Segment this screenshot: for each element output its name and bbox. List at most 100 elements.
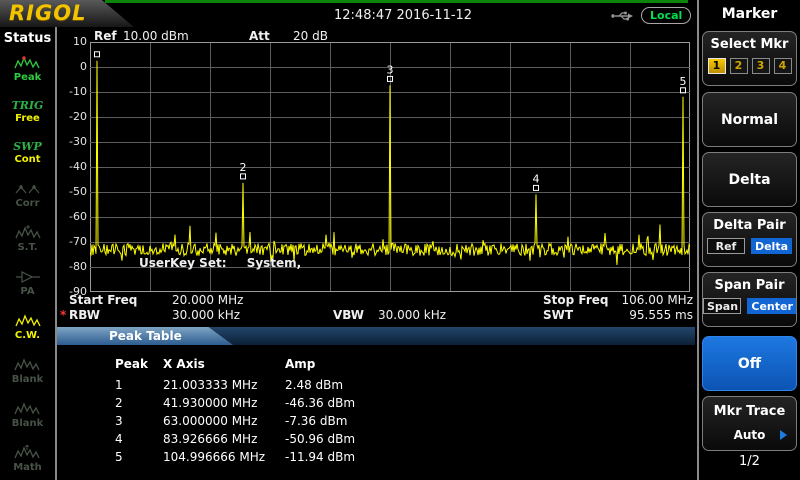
pa-icon bbox=[15, 269, 41, 285]
rbw-value: 30.000 kHz bbox=[172, 308, 240, 322]
ref-level-value: 10.00 dBm bbox=[123, 29, 189, 43]
column-peak: Peak bbox=[115, 357, 148, 371]
y-axis-tick: 0 bbox=[57, 60, 87, 73]
peak-frequency: 104.996666 MHz bbox=[163, 450, 265, 464]
top-green-line bbox=[105, 0, 688, 3]
rigol-logo-text: RIGOL bbox=[0, 0, 134, 26]
peak-amplitude: -7.36 dBm bbox=[285, 414, 347, 428]
peak-number: 1 bbox=[115, 378, 123, 392]
y-axis-tick: -60 bbox=[57, 210, 87, 223]
peak-table-columns: Peak X Axis Amp bbox=[57, 357, 695, 373]
status-item-label: Corr bbox=[15, 198, 39, 209]
status-indicator-cont: SWPCont bbox=[13, 140, 42, 165]
userkey-value: System, bbox=[247, 256, 302, 270]
start-freq-value: 20.000 MHz bbox=[172, 293, 243, 307]
softkey-label: Span Pair bbox=[703, 278, 796, 293]
marker-select-1-button[interactable]: 1 bbox=[708, 58, 726, 74]
status-indicator-pa: PA bbox=[15, 269, 41, 297]
st-waveform-icon bbox=[15, 225, 41, 241]
datetime-display: 12:48:47 2016-11-12 bbox=[334, 8, 472, 23]
status-item-label: C.W. bbox=[15, 330, 40, 341]
attenuation-value: 20 dB bbox=[293, 29, 328, 43]
menu-page-indicator: 1/2 bbox=[699, 454, 800, 469]
peak-amplitude: -46.36 dBm bbox=[285, 396, 355, 410]
peak-table-rows: 121.003333 MHz2.48 dBm241.930000 MHz-46.… bbox=[57, 378, 695, 468]
swt-value: 95.555 ms bbox=[613, 308, 693, 322]
peak-table-header-bar: Peak Table bbox=[57, 327, 695, 345]
softkey-select-mkr[interactable]: Select Mkr1234 bbox=[702, 31, 797, 86]
peak-number: 5 bbox=[115, 450, 123, 464]
softkey-label: Normal bbox=[703, 93, 796, 146]
spectrum-analyzer-screen: RIGOL 12:48:47 2016-11-12 Local Status P… bbox=[0, 0, 800, 480]
column-xaxis: X Axis bbox=[163, 357, 205, 371]
status-indicator-blank: Blank bbox=[12, 401, 44, 429]
y-axis-tick: -10 bbox=[57, 85, 87, 98]
marker-number-3: 3 bbox=[387, 63, 394, 76]
swt-label: SWT bbox=[543, 308, 573, 322]
rigol-logo: RIGOL bbox=[0, 0, 134, 27]
rbw-coupled-star: * bbox=[60, 308, 66, 322]
submenu-arrow-icon bbox=[780, 430, 787, 440]
status-indicator-blank: Blank bbox=[12, 357, 44, 385]
marker-square-4 bbox=[534, 185, 539, 190]
attenuation-label: Att bbox=[249, 29, 270, 43]
softkey-label: Delta bbox=[703, 153, 796, 206]
status-item-label: Cont bbox=[14, 154, 40, 165]
y-axis-tick: -40 bbox=[57, 160, 87, 173]
corr-icon bbox=[15, 181, 41, 197]
y-axis-tick: 10 bbox=[57, 35, 87, 48]
softkey-mkr-trace[interactable]: Mkr TraceAuto bbox=[702, 396, 797, 451]
marker-select-2-button[interactable]: 2 bbox=[730, 58, 748, 74]
option-ref-button[interactable]: Ref bbox=[707, 238, 745, 254]
peak-table-row: 5104.996666 MHz-11.94 dBm bbox=[57, 450, 695, 468]
vbw-label: VBW bbox=[333, 308, 364, 322]
blank-waveform-icon bbox=[14, 401, 40, 417]
status-item-label: S.T. bbox=[17, 242, 37, 253]
peak-table-row: 363.000000 MHz-7.36 dBm bbox=[57, 414, 695, 432]
option-delta-button[interactable]: Delta bbox=[751, 238, 792, 254]
vbw-value: 30.000 kHz bbox=[378, 308, 446, 322]
local-status-badge: Local bbox=[641, 7, 691, 24]
peak-frequency: 21.003333 MHz bbox=[163, 378, 257, 392]
marker-square-2 bbox=[241, 174, 246, 179]
option-span-button[interactable]: Span bbox=[703, 298, 741, 314]
marker-select-3-button[interactable]: 3 bbox=[752, 58, 770, 74]
status-item-label: Peak bbox=[14, 72, 42, 83]
blank-waveform-icon bbox=[14, 357, 40, 373]
softkey-label: Mkr Trace bbox=[703, 404, 796, 419]
peak-table-row: 121.003333 MHz2.48 dBm bbox=[57, 378, 695, 396]
status-indicator-cw: C.W. bbox=[15, 313, 41, 341]
status-item-label: Free bbox=[15, 113, 40, 124]
spectrum-chart: 2345 bbox=[90, 42, 690, 292]
status-sidebar: Status PeakTRIGFreeSWPContCorrS.T.PAC.W.… bbox=[0, 27, 57, 480]
y-axis-tick: -80 bbox=[57, 260, 87, 273]
status-title: Status bbox=[0, 31, 55, 46]
rbw-label: RBW bbox=[69, 308, 100, 322]
peak-frequency: 83.926666 MHz bbox=[163, 432, 257, 446]
peak-frequency: 41.930000 MHz bbox=[163, 396, 257, 410]
option-center-button[interactable]: Center bbox=[747, 298, 796, 314]
y-axis-tick: -50 bbox=[57, 185, 87, 198]
softkey-span-pair[interactable]: Span Pair Span Center bbox=[702, 272, 797, 327]
marker-number-2: 2 bbox=[240, 161, 247, 174]
stop-freq-value: 106.00 MHz bbox=[613, 293, 693, 307]
softkey-normal[interactable]: Normal bbox=[702, 92, 797, 147]
peak-table-row: 483.926666 MHz-50.96 dBm bbox=[57, 432, 695, 450]
y-axis-tick: -30 bbox=[57, 135, 87, 148]
peak-number: 4 bbox=[115, 432, 123, 446]
marker-number-4: 4 bbox=[533, 172, 540, 185]
stop-freq-label: Stop Freq bbox=[543, 293, 608, 307]
userkey-message: UserKey Set: System, bbox=[139, 256, 301, 270]
status-indicator-corr: Corr bbox=[15, 181, 41, 209]
softkey-label: Off bbox=[703, 337, 796, 390]
peak-table-row: 241.930000 MHz-46.36 dBm bbox=[57, 396, 695, 414]
ref-level-label: Ref bbox=[94, 29, 117, 43]
main-display: Ref 10.00 dBm Att 20 dB 2 3 4 5 UserKey Set… bbox=[57, 27, 695, 480]
softkey-off[interactable]: Off bbox=[702, 336, 797, 391]
marker-select-4-button[interactable]: 4 bbox=[774, 58, 792, 74]
softkey-delta[interactable]: Delta bbox=[702, 152, 797, 207]
softkey-delta-pair[interactable]: Delta PairRefDelta bbox=[702, 212, 797, 267]
marker-square-1 bbox=[95, 52, 100, 57]
peak-table-title: Peak Table bbox=[109, 329, 182, 343]
softkey-panel: Marker Select Mkr1234NormalDeltaDelta Pa… bbox=[697, 0, 800, 480]
